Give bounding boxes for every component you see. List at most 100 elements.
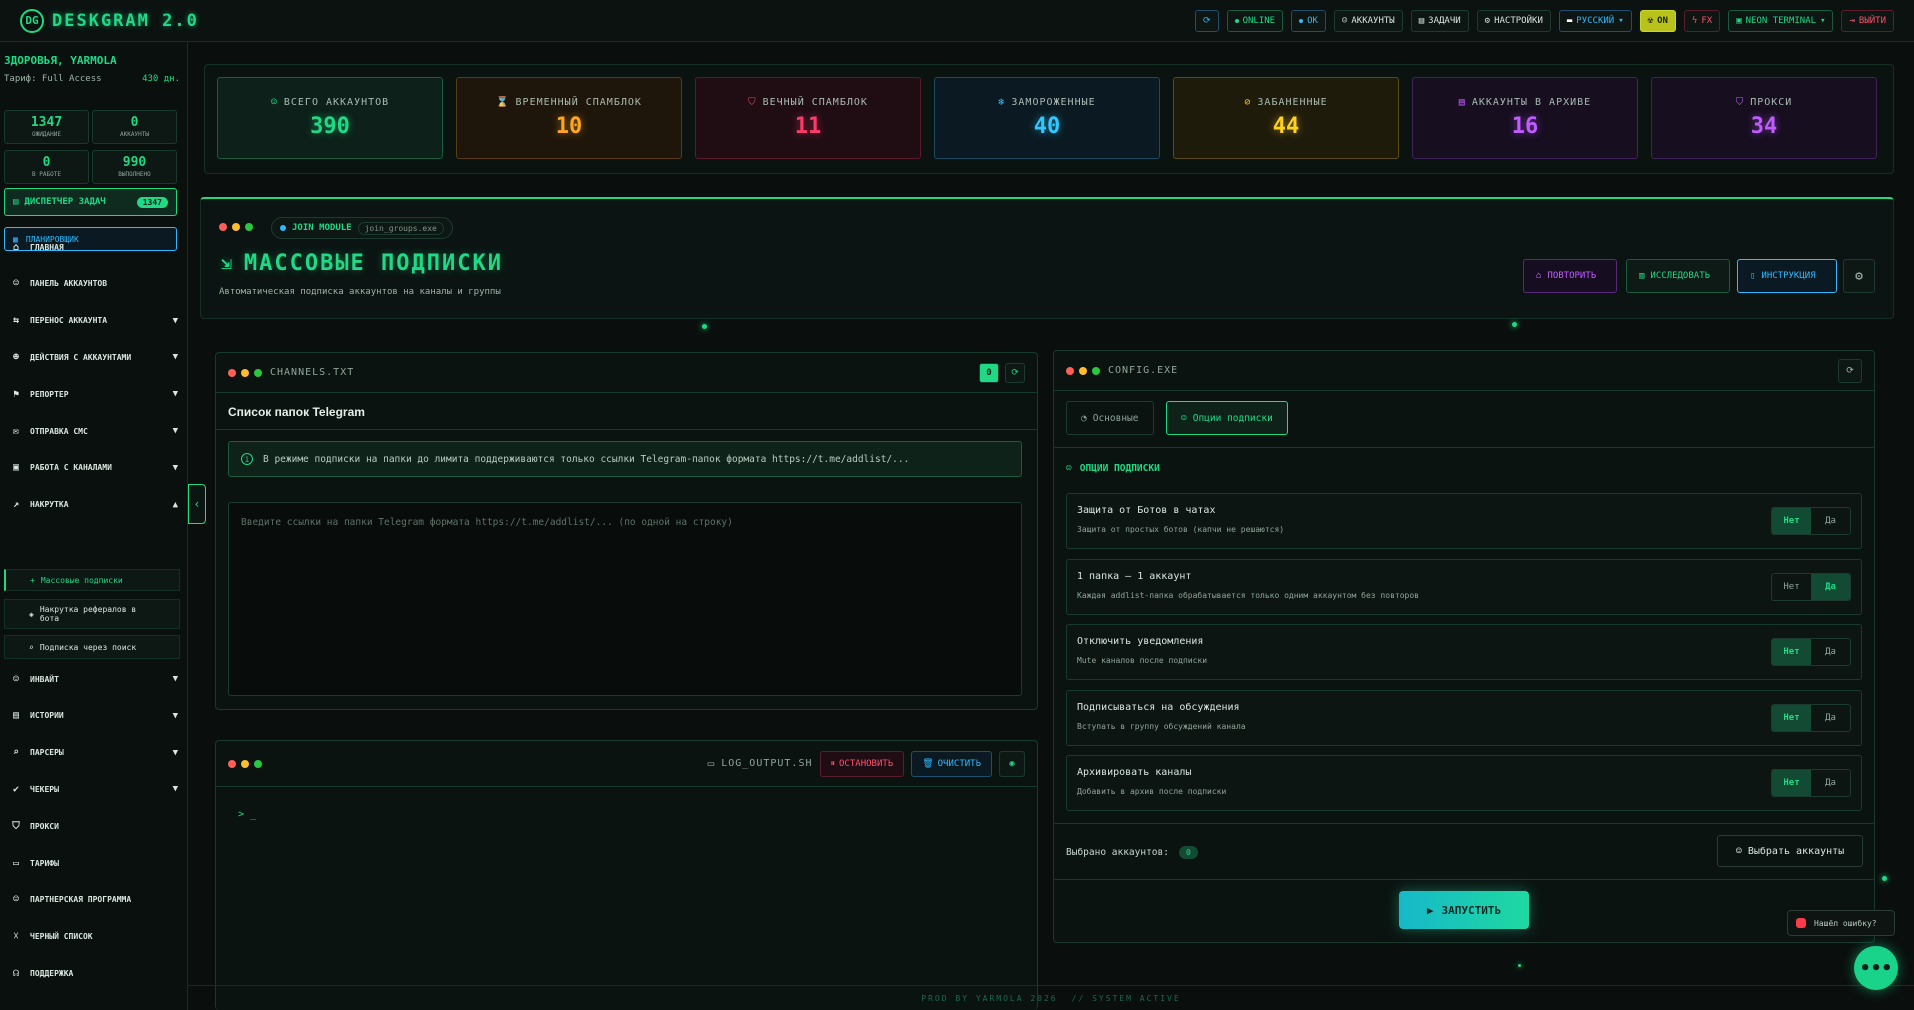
account-stats-panel: ☺ ВСЕГО АККАУНТОВ 390 ⌛ ВРЕМЕННЫЙ СПАМБЛОК 10… — [204, 64, 1894, 174]
collapse-sidebar-button[interactable]: ‹ — [188, 484, 206, 524]
sidebar-item-label: ПАРСЕРЫ — [30, 748, 64, 758]
clear-button[interactable]: 🗑 ОЧИСТИТЬ — [911, 750, 992, 777]
stat-value: 44 — [1272, 114, 1300, 139]
yes-no-toggle[interactable]: Нет Да — [1771, 572, 1851, 601]
chevron-left-icon: ‹ — [193, 497, 201, 511]
launch-button[interactable]: ▶ ЗАПУСТИТЬ — [1399, 891, 1529, 929]
sidebar-subitem[interactable]: + Массовые подписки — [4, 569, 180, 591]
stop-button[interactable]: ⏸ ОСТАНОВИТЬ — [819, 750, 905, 777]
theme-select[interactable]: ▣ NEON TERMINAL ▾ — [1728, 10, 1834, 32]
refresh-button[interactable]: ⟳ — [1195, 10, 1219, 32]
monitor-icon: ▣ — [1736, 16, 1742, 26]
tasks-button[interactable]: ▤ ЗАДАЧИ — [1410, 10, 1469, 32]
stat-in-progress: 0в работе — [4, 150, 89, 184]
stat-label: ВЕЧНЫЙ СПАМБЛОК — [762, 97, 868, 108]
selected-count-badge: 0 — [1178, 846, 1198, 859]
app-logo[interactable]: DG DESKGRAM 2.0 — [20, 8, 199, 33]
sidebar-item-чекеры[interactable]: ✔ ЧЕКЕРЫ ▼ — [10, 778, 178, 800]
sidebar-item-label: РЕПОРТЕР — [30, 389, 69, 399]
sidebar-item-истории[interactable]: ▤ ИСТОРИИ ▼ — [10, 705, 178, 727]
toggle-yes[interactable]: Да — [1811, 573, 1850, 600]
toggle-yes[interactable]: Да — [1811, 508, 1850, 534]
repeat-button[interactable]: ⌂ ПОВТОРИТЬ — [1523, 259, 1617, 293]
sidebar-item-панель-аккаунтов[interactable]: ☺ ПАНЕЛЬ АККАУНТОВ — [10, 273, 178, 295]
stat-card[interactable]: ▤ АККАУНТЫ В АРХИВЕ 16 — [1412, 77, 1638, 159]
module-settings-button[interactable]: ⚙ — [1843, 259, 1875, 293]
window-controls — [1066, 366, 1100, 375]
toggle-no[interactable]: Нет — [1772, 574, 1811, 600]
sidebar-item-тарифы[interactable]: ▭ ТАРИФЫ — [10, 852, 178, 874]
stat-card[interactable]: ⛉ ВЕЧНЫЙ СПАМБЛОК 11 — [695, 77, 921, 159]
toggle-yes[interactable]: Да — [1811, 770, 1850, 796]
stat-card[interactable]: ❄ ЗАМОРОЖЕННЫЕ 40 — [934, 77, 1160, 159]
users-icon: ☺ — [12, 278, 20, 290]
toggle-no[interactable]: Нет — [1772, 770, 1811, 796]
chat-icon[interactable]: ••• — [1854, 946, 1898, 990]
sidebar-item-прокси[interactable]: ⛉ ПРОКСИ — [10, 815, 178, 837]
toggle-no[interactable]: Нет — [1772, 704, 1811, 731]
settings-button[interactable]: ⚙ НАСТРОЙКИ — [1476, 10, 1551, 32]
toggle-no[interactable]: Нет — [1772, 508, 1811, 534]
reload-button[interactable]: ⟳ — [1005, 362, 1025, 383]
toggle-yes[interactable]: Да — [1811, 705, 1850, 731]
explore-button[interactable]: ▥ ИССЛЕДОВАТЬ — [1626, 259, 1730, 293]
bug-icon — [1796, 918, 1806, 928]
folder-links-input[interactable] — [228, 502, 1022, 696]
sidebar-item-перенос-аккаунта[interactable]: ⇆ ПЕРЕНОС АККАУНТА ▼ — [10, 310, 178, 332]
choose-accounts-button[interactable]: ☺ Выбрать аккаунты — [1717, 835, 1863, 867]
sidebar-item-отправка-смс[interactable]: ✉ ОТПРАВКА СМС ▼ — [10, 420, 178, 442]
logout-button[interactable]: ⇥ ВЫЙТИ — [1841, 10, 1894, 32]
fx-button[interactable]: ϟ FX — [1683, 10, 1721, 32]
stat-card[interactable]: ⊘ ЗАБАНЕННЫЕ 44 — [1173, 77, 1399, 159]
sidebar-item-репортер[interactable]: ⚑ РЕПОРТЕР ▼ — [10, 383, 178, 405]
maximize-dot[interactable] — [245, 223, 253, 231]
fx-toggle[interactable]: ☢ ON — [1639, 10, 1676, 32]
logout-icon: ⇥ — [1849, 16, 1855, 26]
toggle-visibility-button[interactable]: ◉ — [999, 750, 1025, 777]
eye-icon: ◉ — [1009, 758, 1015, 769]
stat-accounts: 0 аккаунты — [92, 110, 177, 144]
terminal-icon: ▭ — [707, 757, 715, 770]
toggle-no[interactable]: Нет — [1772, 639, 1811, 665]
stat-card[interactable]: ☺ ВСЕГО АККАУНТОВ 390 — [217, 77, 443, 159]
sidebar-subitem[interactable]: ◈ Накрутка рефералов в бота — [4, 599, 180, 629]
language-select[interactable]: ▬ РУССКИЙ ▾ — [1558, 10, 1632, 32]
sidebar-item-label: ТАРИФЫ — [30, 858, 59, 868]
search-icon: ⌕ — [29, 642, 34, 652]
task-manager-button[interactable]: ▤ ДИСПЕТЧЕР ЗАДАЧ 1347 — [4, 188, 177, 216]
sidebar-subitem[interactable]: ⌕ Подписка через поиск — [4, 635, 180, 659]
yes-no-toggle[interactable]: Нет Да — [1771, 703, 1851, 732]
yes-no-toggle[interactable]: Нет Да — [1771, 769, 1851, 797]
report-error-button[interactable]: Нашёл ошибку? — [1787, 910, 1895, 936]
minimize-dot[interactable] — [232, 223, 240, 231]
tab-subscription-options[interactable]: ☺ Опции подписки — [1166, 401, 1288, 435]
sidebar-item-действия-с-аккаунтами[interactable]: ☻ ДЕЙСТВИЯ С АККАУНТАМИ ▼ — [10, 346, 178, 368]
sidebar-item-поддержка[interactable]: ☊ ПОДДЕРЖКА — [10, 962, 178, 984]
config-refresh-button[interactable]: ⟳ — [1838, 358, 1862, 383]
instructions-button[interactable]: ▯ ИНСТРУКЦИЯ — [1737, 259, 1837, 293]
sidebar-item-инвайт[interactable]: ☺ ИНВАЙТ ▼ — [10, 668, 178, 690]
close-dot[interactable] — [219, 223, 227, 231]
sidebar-item-партнерская-программа[interactable]: ☺ ПАРТНЕРСКАЯ ПРОГРАММА — [10, 889, 178, 911]
chevron-icon: ▼ — [172, 315, 178, 326]
yes-no-toggle[interactable]: Нет Да — [1771, 507, 1851, 535]
chevron-icon: ▲ — [172, 499, 178, 510]
sidebar-item-парсеры[interactable]: ⌕ ПАРСЕРЫ ▼ — [10, 742, 178, 764]
option-title: 1 папка — 1 аккаунт — [1077, 570, 1192, 582]
user-x-icon: ☓ — [12, 931, 20, 943]
sidebar-item-накрутка[interactable]: ↗ НАКРУТКА ▲ — [10, 494, 178, 516]
tab-basic[interactable]: ◔ Основные — [1066, 401, 1154, 435]
option-description: Добавить в архив после подписки — [1077, 787, 1227, 796]
toggle-yes[interactable]: Да — [1811, 639, 1850, 665]
stat-card[interactable]: ⌛ ВРЕМЕННЫЙ СПАМБЛОК 10 — [456, 77, 682, 159]
sidebar-item-label: ОТПРАВКА СМС — [30, 426, 88, 436]
sidebar-item-главная[interactable]: ⌂ ГЛАВНАЯ — [10, 236, 178, 258]
hourglass-icon: ⌛ — [496, 97, 510, 108]
stat-card[interactable]: ⛉ ПРОКСИ 34 — [1651, 77, 1877, 159]
sidebar-item-работа-с-каналами[interactable]: ▣ РАБОТА С КАНАЛАМИ ▼ — [10, 457, 178, 479]
footer: PROD BY YARMOLA 2026 // SYSTEM ACTIVE — [188, 985, 1914, 1010]
option-description: Mute каналов после подписки — [1077, 656, 1208, 665]
sidebar-item-черный-список[interactable]: ☓ ЧЕРНЫЙ СПИСОК — [10, 926, 178, 948]
accounts-button[interactable]: ☺ АККАУНТЫ — [1333, 10, 1403, 32]
yes-no-toggle[interactable]: Нет Да — [1771, 638, 1851, 666]
